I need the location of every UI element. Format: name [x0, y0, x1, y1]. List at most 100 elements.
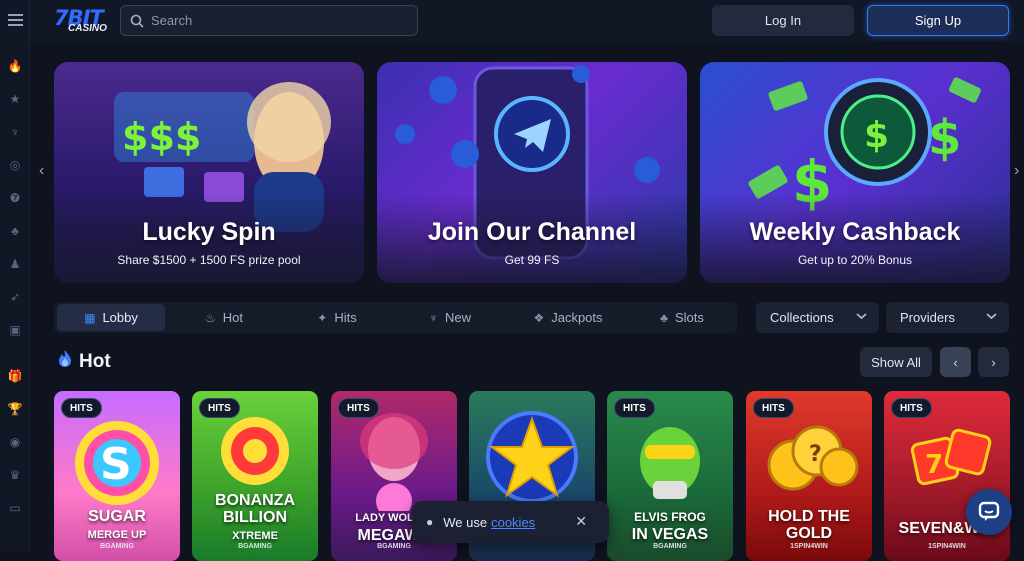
banner-subtitle: Get up to 20% Bonus — [797, 253, 913, 267]
login-button[interactable]: Log In — [712, 5, 854, 36]
game-art: 7 — [910, 428, 992, 486]
game-provider: 1SPIN4WIN — [928, 543, 966, 550]
close-icon[interactable]: ✕ — [575, 513, 587, 530]
chat-button[interactable] — [966, 489, 1012, 535]
game-art — [360, 413, 428, 511]
game-art — [640, 427, 700, 499]
fire-icon[interactable]: 🔥 — [5, 56, 25, 76]
game-card-hold-the-gold[interactable]: ? HITS HOLD THE GOLD 1SPIN4WIN — [746, 391, 872, 561]
top-bar: 7BIT CASINO Search Log In Sign Up — [30, 0, 1024, 42]
svg-text:$$$: $$$ — [122, 115, 201, 159]
game-title: BONANZA BILLION XTREME — [215, 492, 295, 542]
tab-hot[interactable]: ♨ Hot — [170, 304, 278, 331]
game-provider: BGAMING — [100, 543, 134, 550]
fire-icon — [57, 349, 73, 374]
tab-label: New — [444, 310, 471, 325]
search-placeholder: Search — [151, 13, 193, 28]
collections-label: Collections — [770, 310, 834, 325]
tab-label: Hits — [334, 310, 357, 325]
rocket-icon[interactable]: ➶ — [5, 287, 25, 307]
logo[interactable]: 7BIT CASINO — [54, 6, 110, 36]
star-icon[interactable]: ★ — [5, 89, 25, 109]
next-arrow-icon[interactable]: › — [978, 347, 1009, 377]
banner-title: Weekly Cashback — [749, 218, 961, 246]
banner-subtitle: Share $1500 + 1500 FS prize pool — [117, 253, 301, 267]
cards-icon[interactable]: ▣ — [5, 320, 25, 340]
game-title: HOLD THE GOLD — [768, 508, 850, 542]
section-title-hot: Hot — [57, 349, 111, 374]
crown-icon[interactable]: ♛ — [5, 465, 25, 485]
game-provider: BGAMING — [238, 543, 272, 550]
svg-text:S: S — [100, 439, 132, 490]
hits-icon: ✦ — [317, 310, 328, 325]
tab-label: Slots — [674, 310, 704, 325]
game-art: ? — [767, 425, 859, 491]
game-title: ELVIS FROG IN VEGAS — [631, 510, 709, 543]
tab-hits[interactable]: ✦ Hits — [283, 304, 391, 331]
cherry-icon[interactable]: ♣ — [5, 221, 25, 241]
game-card-elvis-frog[interactable]: HITS ELVIS FROG IN VEGAS BGAMING — [607, 391, 733, 561]
hits-badge: HITS — [61, 398, 102, 418]
hits-badge: HITS — [753, 398, 794, 418]
cookies-link[interactable]: cookies — [491, 515, 535, 530]
cookie-banner: ● We use cookies ✕ — [412, 501, 609, 543]
game-provider: 1SPIN4WIN — [790, 543, 828, 550]
slots-icon[interactable]: ❼ — [5, 188, 25, 208]
providers-label: Providers — [900, 310, 955, 325]
category-tabs: ▦ Lobby ♨ Hot ✦ Hits ♆ New ❖ Jackpots ♣ … — [54, 302, 737, 333]
search-icon — [129, 13, 145, 29]
gift-icon[interactable]: 🎁 — [5, 366, 25, 386]
tab-label: Lobby — [102, 310, 138, 325]
cookie-icon: ● — [426, 515, 434, 529]
tab-lobby[interactable]: ▦ Lobby — [57, 304, 165, 331]
svg-text:$: $ — [928, 110, 961, 166]
hits-badge: HITS — [199, 398, 240, 418]
providers-dropdown[interactable]: Providers — [886, 302, 1009, 333]
svg-text:$: $ — [864, 115, 889, 156]
carousel-next-icon[interactable]: › — [1014, 162, 1019, 180]
collections-dropdown[interactable]: Collections — [756, 302, 879, 333]
chevron-down-icon — [986, 310, 997, 325]
game-provider: BGAMING — [377, 543, 411, 550]
game-card-seven-win[interactable]: 7 HITS SEVEN&WIN 1SPIN4WIN — [884, 391, 1010, 561]
show-all-button[interactable]: Show All — [860, 347, 932, 377]
carousel-prev-icon[interactable]: ‹ — [39, 162, 44, 180]
tab-label: Hot — [222, 310, 243, 325]
prev-arrow-icon[interactable]: ‹ — [940, 347, 971, 377]
search-input[interactable]: Search — [120, 5, 418, 36]
game-art: S — [75, 421, 159, 505]
game-provider: BGAMING — [653, 543, 687, 550]
target-icon[interactable]: ◎ — [5, 155, 25, 175]
chat-icon — [978, 501, 1000, 521]
banner-title: Join Our Channel — [427, 218, 637, 246]
game-card-sugar-merge-up[interactable]: S HITS SUGAR MERGE UP BGAMING — [54, 391, 180, 561]
hits-icon[interactable]: ♆ — [5, 122, 25, 142]
banner-weekly-cashback[interactable]: $ $ $ Weekly Cashback Get up to 20% Bonu… — [700, 62, 1010, 283]
tab-slots[interactable]: ♣ Slots — [632, 304, 732, 331]
wallet-icon[interactable]: ▭ — [5, 498, 25, 518]
logo-subtext: CASINO — [68, 23, 107, 34]
trophy-icon[interactable]: 🏆 — [5, 399, 25, 419]
hits-badge: HITS — [338, 398, 379, 418]
banner-title: Lucky Spin — [142, 218, 276, 246]
cherry-icon: ♣ — [660, 310, 668, 325]
tab-jackpots[interactable]: ❖ Jackpots — [509, 304, 627, 331]
svg-text:?: ? — [809, 442, 822, 467]
chevron-down-icon — [856, 310, 867, 325]
vip-icon[interactable]: ◉ — [5, 432, 25, 452]
banner-subtitle: Get 99 FS — [504, 253, 560, 267]
game-art — [486, 411, 578, 503]
lobby-icon: ▦ — [84, 310, 96, 325]
banner-lucky-spin[interactable]: $$$ Lucky Spin Share $1500 + 1500 FS pri… — [54, 62, 364, 283]
tab-new[interactable]: ♆ New — [396, 304, 504, 331]
hits-badge: HITS — [614, 398, 655, 418]
tab-label: Jackpots — [551, 310, 603, 325]
signup-button[interactable]: Sign Up — [867, 5, 1009, 36]
new-icon: ♆ — [428, 310, 438, 325]
jackpot-icon: ❖ — [533, 310, 545, 325]
live-dealer-icon[interactable]: ♟ — [5, 254, 25, 274]
hits-badge: HITS — [891, 398, 932, 418]
banner-join-channel[interactable]: Join Our Channel Get 99 FS — [377, 62, 687, 283]
menu-icon[interactable] — [5, 10, 25, 30]
game-card-bonanza-billion[interactable]: HITS BONANZA BILLION XTREME BGAMING — [192, 391, 318, 561]
